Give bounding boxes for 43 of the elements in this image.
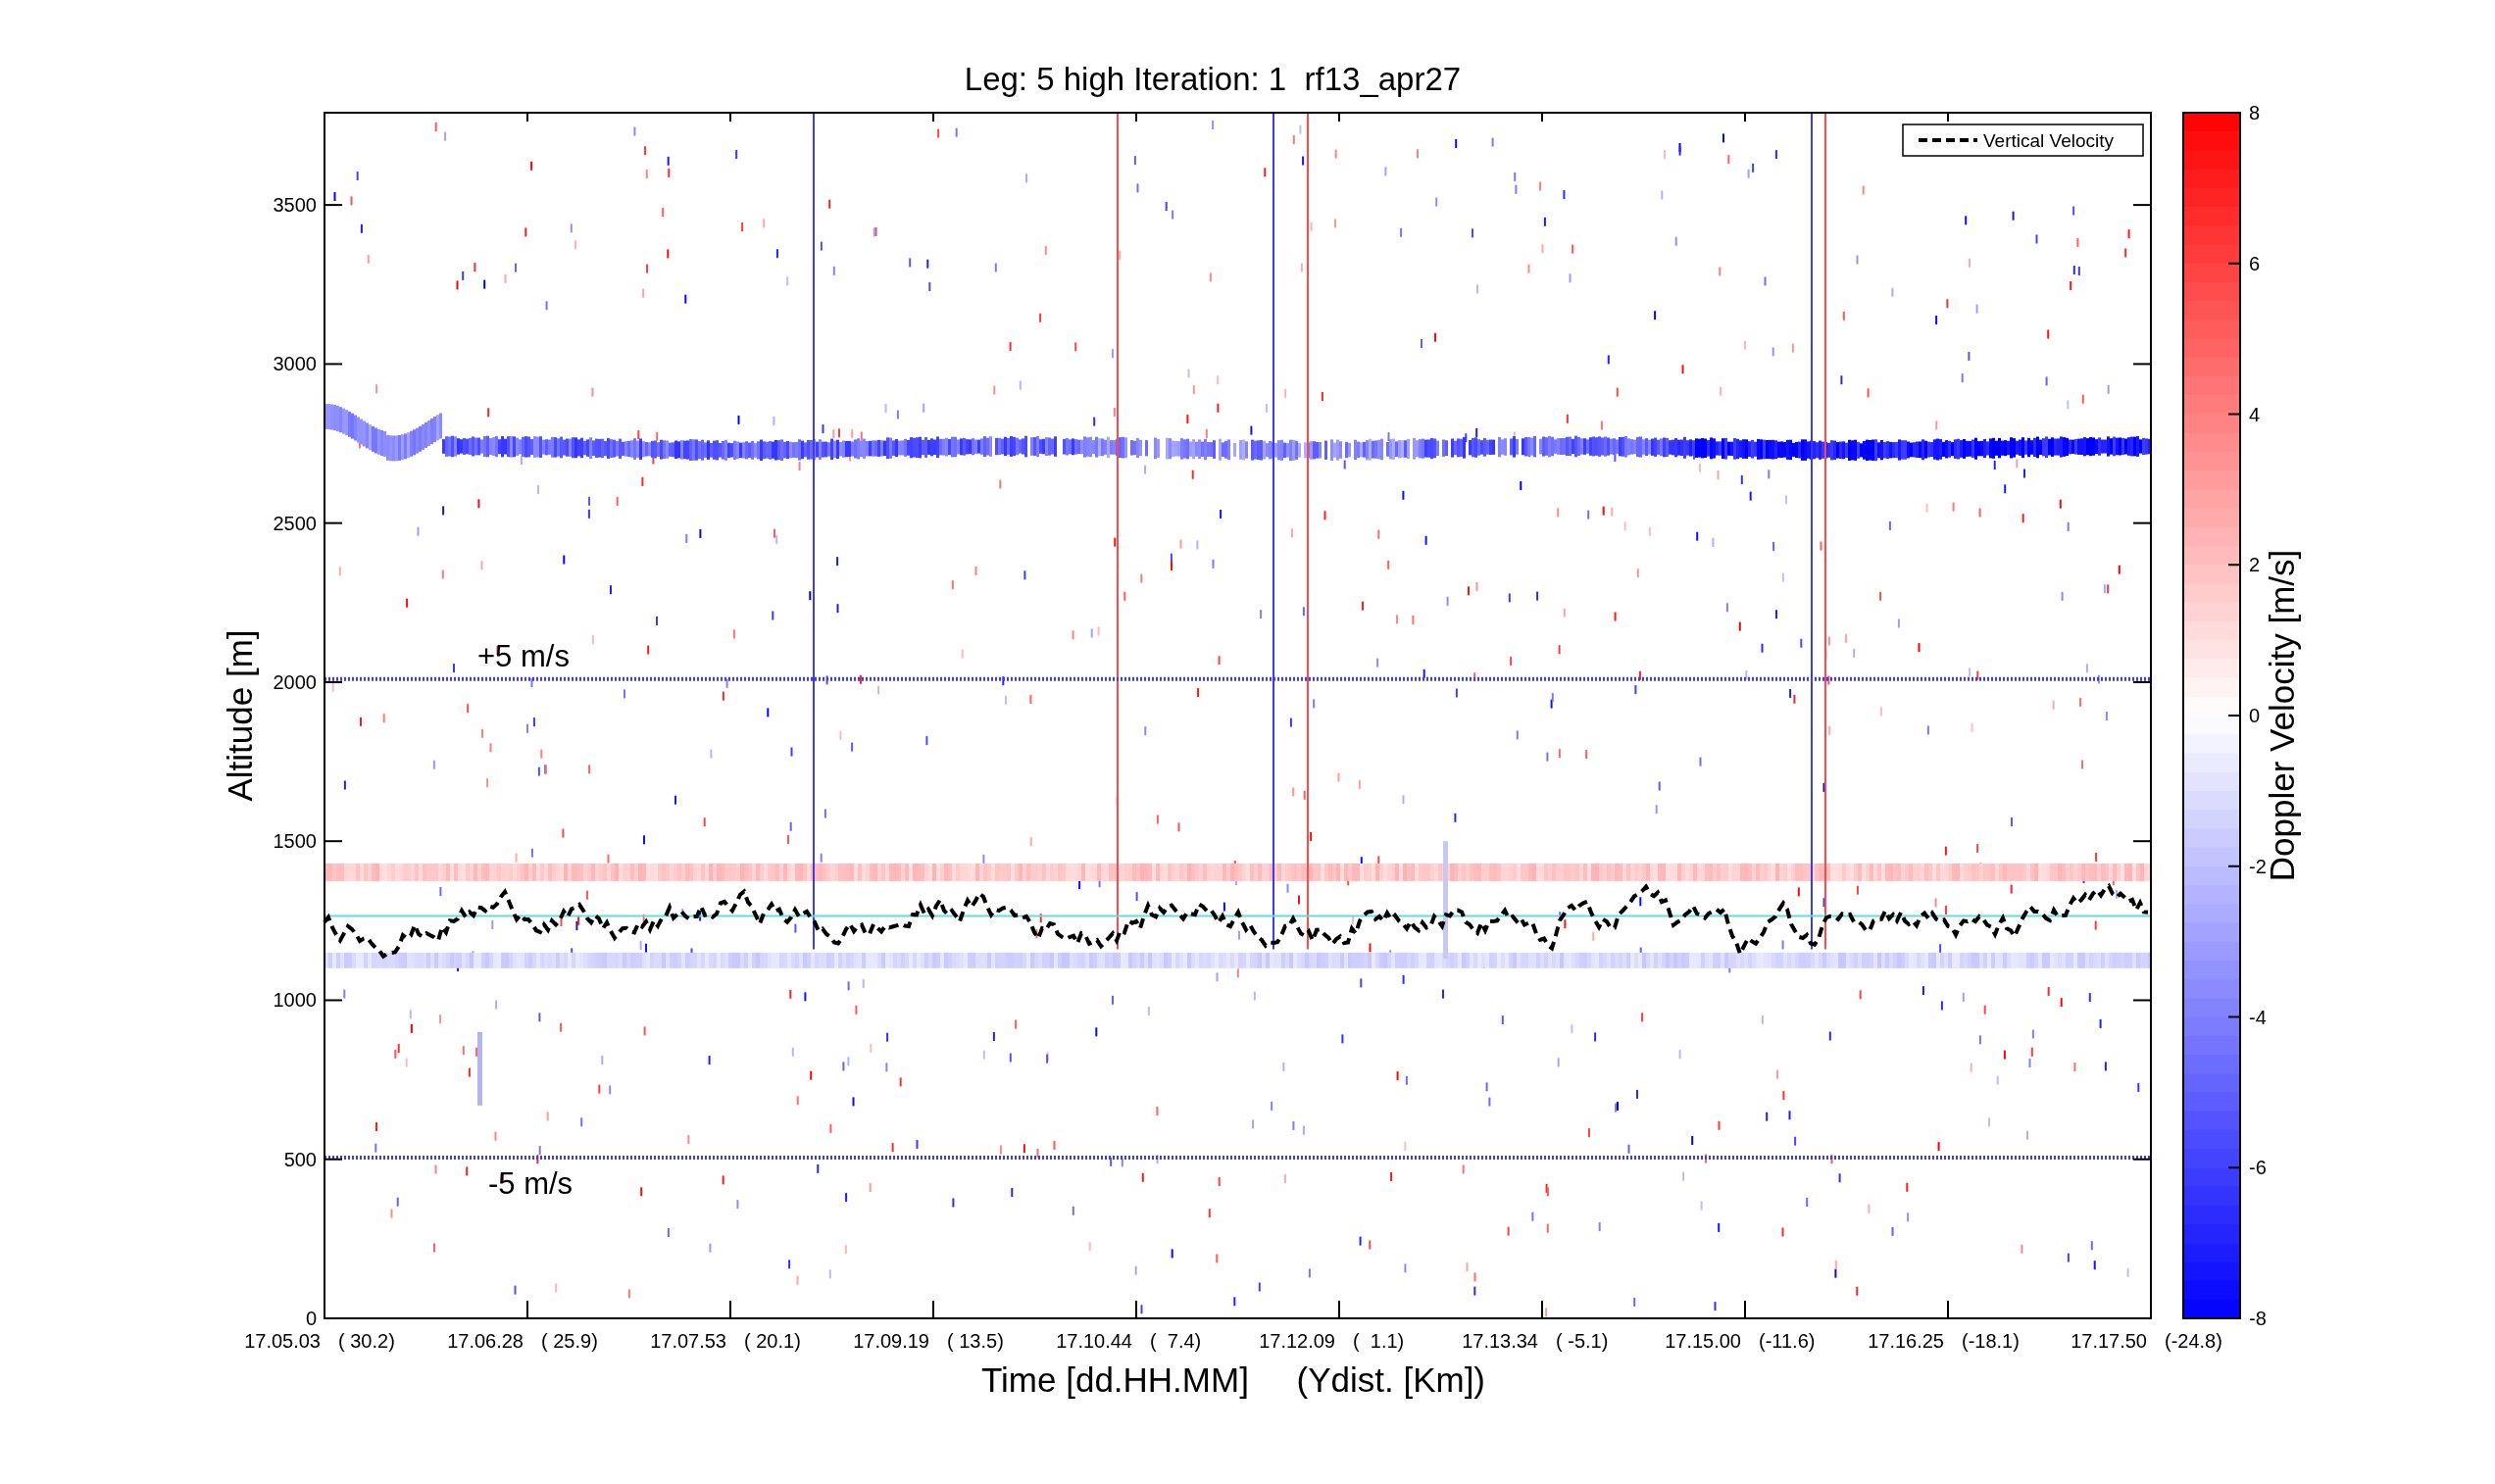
colorbar-tick-label: -8 (2249, 1308, 2267, 1329)
x-tick-label: ( 1.1) (1353, 1330, 1405, 1352)
y-axis-label: Altitude [m] (221, 629, 259, 802)
y-tick-label: 1000 (273, 989, 317, 1012)
x-tick-label: 17.10.44 (1056, 1330, 1132, 1352)
colorbar-tick-label: 4 (2249, 403, 2261, 425)
annotation-label: +5 m/s (477, 639, 570, 673)
chart-title: Leg: 5 high Iteration: 1 rf13_apr27 (964, 61, 1462, 97)
x-tick-label: 17.13.34 (1462, 1330, 1538, 1352)
x-tick-label: ( 25.9) (541, 1330, 598, 1352)
y-tick-label: 2000 (273, 670, 317, 693)
colorbar-tick-label: 2 (2249, 554, 2261, 576)
y-tick-label: 3000 (273, 353, 317, 375)
x-tick-label: 17.16.25 (1868, 1330, 1944, 1352)
x-tick-label: ( -5.1) (1556, 1330, 1609, 1352)
colorbar-tick-label: -6 (2249, 1157, 2267, 1179)
colorbar-tick-label: -4 (2249, 1006, 2267, 1028)
y-tick-label: 500 (283, 1148, 317, 1170)
x-tick-label: (-18.1) (1962, 1330, 2020, 1352)
colorbar-tick-label: 0 (2249, 705, 2261, 726)
x-tick-label: ( 7.4) (1150, 1330, 1202, 1352)
x-tick-label: 17.09.19 (853, 1330, 929, 1352)
x-tick-label: ( 20.1) (744, 1330, 801, 1352)
y-tick-label: 0 (305, 1308, 317, 1329)
x-tick-label: ( 13.5) (947, 1330, 1004, 1352)
x-tick-label: 17.15.00 (1665, 1330, 1741, 1352)
x-tick-label: ( 30.2) (338, 1330, 395, 1352)
y-tick-label: 1500 (273, 830, 317, 853)
x-tick-label: 17.17.50 (2071, 1330, 2147, 1352)
x-tick-label: 17.06.28 (447, 1330, 524, 1352)
colorbar-tick-label: 8 (2249, 102, 2261, 124)
x-tick-label: (-11.6) (1759, 1330, 1816, 1352)
y-tick-label: 3500 (273, 194, 317, 217)
x-axis-label: Time [dd.HH.MM] (Ydist. [Km]) (981, 1360, 1485, 1399)
x-tick-label: 17.07.53 (650, 1330, 726, 1352)
y-tick-label: 2500 (273, 512, 317, 534)
legend-line-icon (1919, 138, 1977, 142)
legend-label: Vertical Velocity (1983, 130, 2115, 151)
x-tick-label: (-24.8) (2165, 1330, 2222, 1352)
x-tick-label: 17.05.03 (244, 1330, 321, 1352)
colorbar-tick-label: 6 (2249, 252, 2261, 274)
annotation-label: -5 m/s (488, 1166, 574, 1201)
x-tick-label: 17.12.09 (1259, 1330, 1335, 1352)
